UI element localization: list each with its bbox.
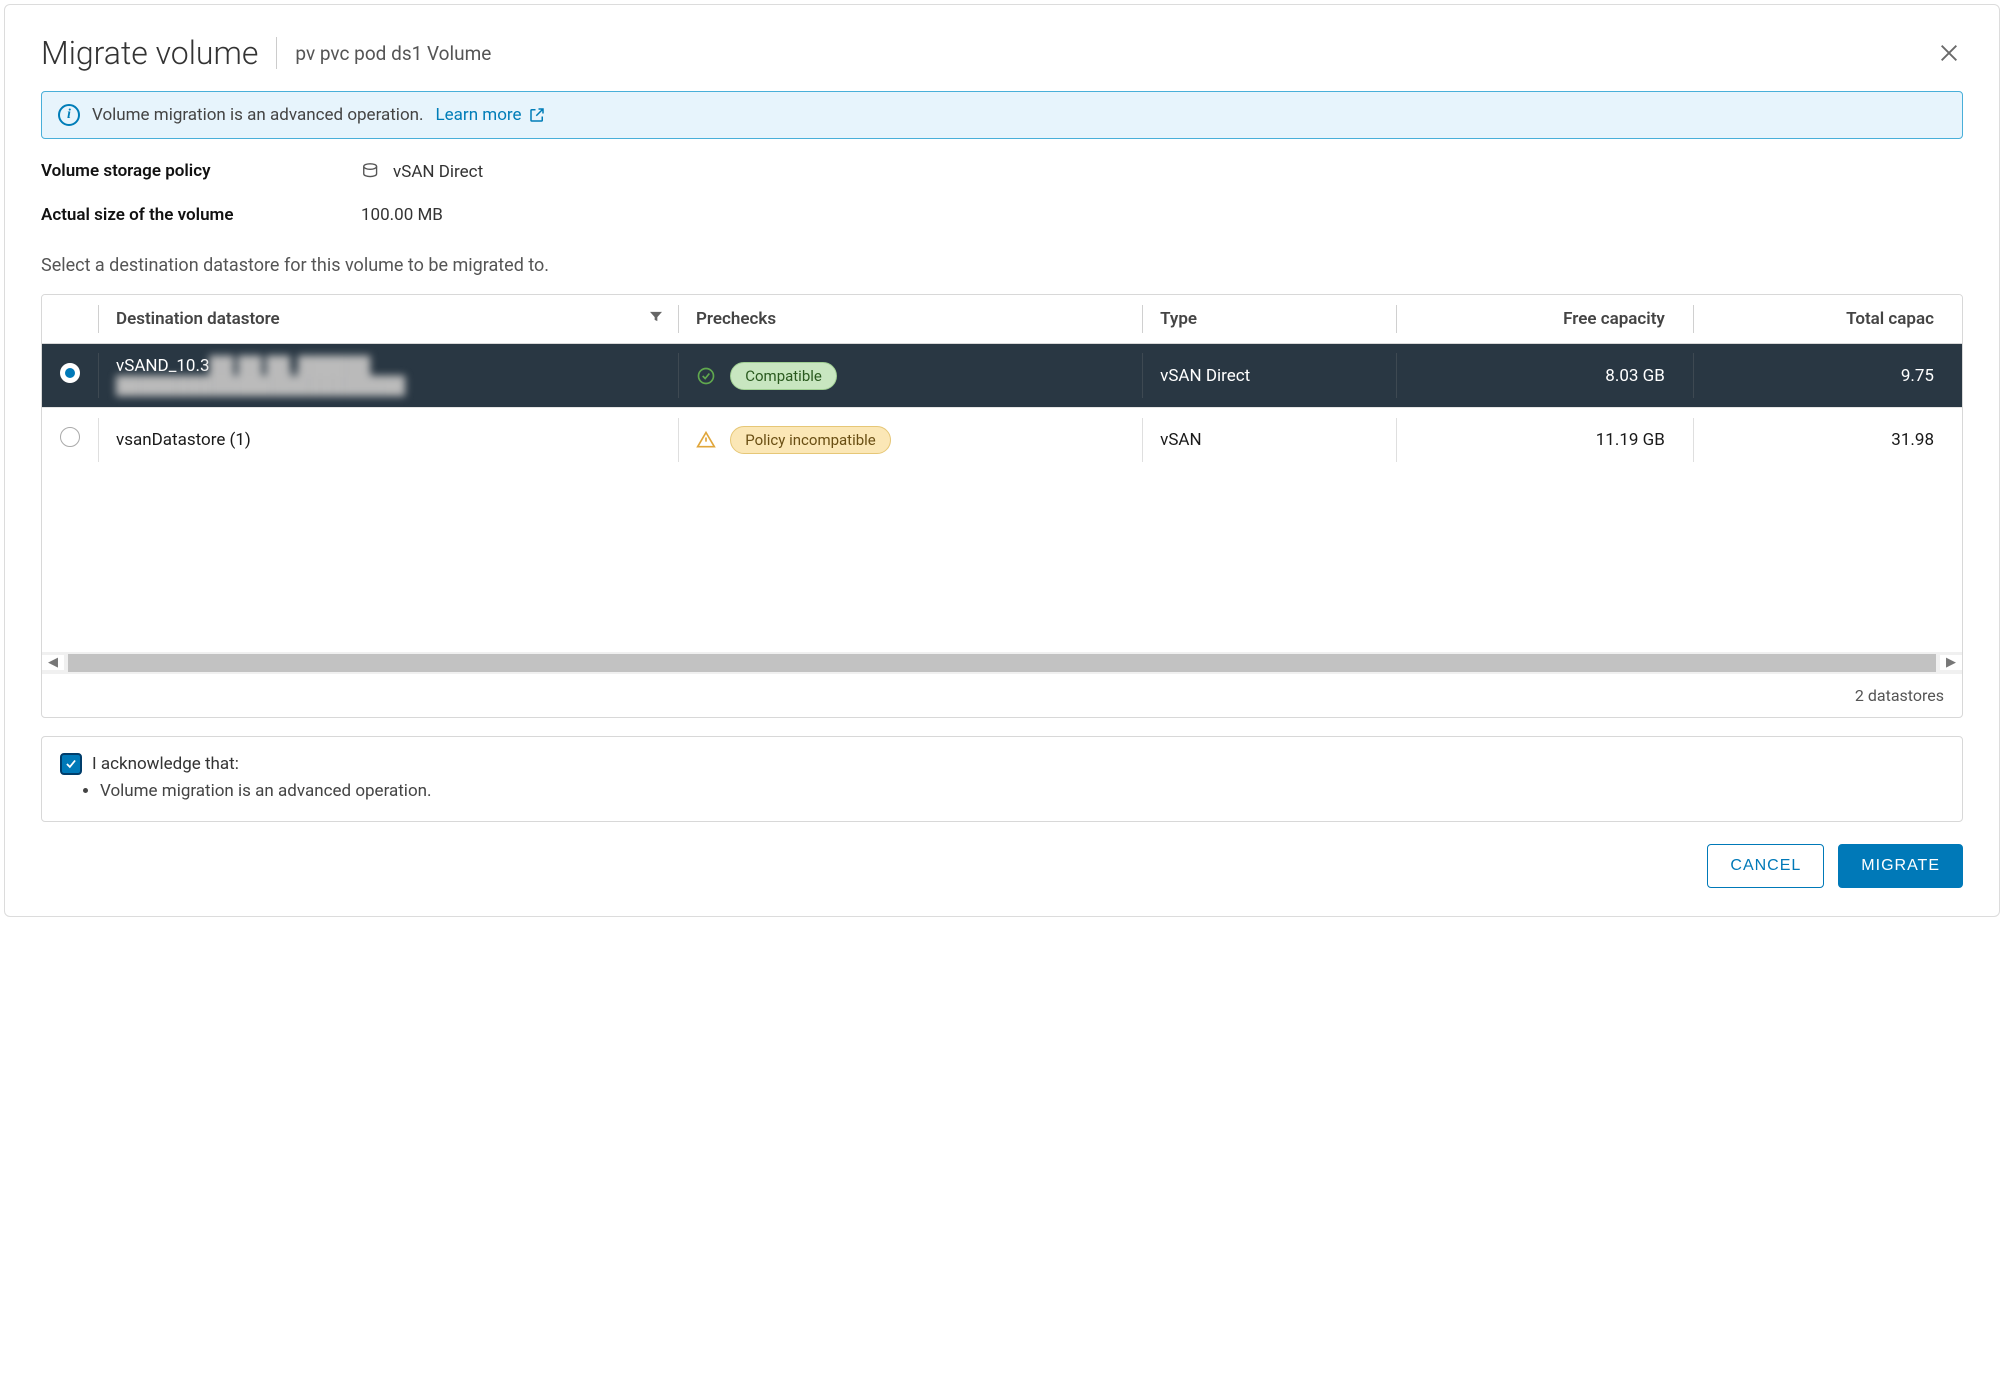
cell-total: 9.75 xyxy=(1693,344,1962,408)
actual-size-value: 100.00 MB xyxy=(361,205,1963,225)
close-icon xyxy=(1938,42,1960,64)
cell-prechecks: Policy incompatible xyxy=(678,408,1142,472)
storage-policy-label: Volume storage policy xyxy=(41,161,361,183)
info-banner-text: Volume migration is an advanced operatio… xyxy=(92,105,424,125)
col-header-prechecks[interactable]: Prechecks xyxy=(678,295,1142,344)
table-spacer xyxy=(42,472,1962,652)
close-button[interactable] xyxy=(1935,39,1963,67)
acknowledge-list: Volume migration is an advanced operatio… xyxy=(100,781,1944,801)
migrate-volume-dialog: Migrate volume pv pvc pod ds1 Volume i V… xyxy=(4,4,2000,917)
scroll-track[interactable] xyxy=(68,654,1936,672)
meta-grid: Volume storage policy vSAN Direct Actual… xyxy=(41,161,1963,225)
filter-icon[interactable] xyxy=(648,309,664,330)
external-link-icon xyxy=(528,106,546,124)
radio-select[interactable] xyxy=(60,363,80,383)
scroll-left-arrow[interactable]: ◀ xyxy=(42,655,64,670)
dialog-actions: CANCEL MIGRATE xyxy=(41,844,1963,888)
cell-free: 8.03 GB xyxy=(1396,344,1693,408)
instruction-text: Select a destination datastore for this … xyxy=(41,255,1963,276)
col-header-select xyxy=(42,295,98,344)
table-row[interactable]: vsanDatastore (1) Policy incompatible vS… xyxy=(42,408,1962,472)
learn-more-link[interactable]: Learn more xyxy=(436,105,546,125)
info-banner: i Volume migration is an advanced operat… xyxy=(41,91,1963,139)
col-header-total[interactable]: Total capac xyxy=(1693,295,1962,344)
radio-select[interactable] xyxy=(60,427,80,447)
precheck-badge: Policy incompatible xyxy=(730,426,891,454)
cell-prechecks: Compatible xyxy=(678,344,1142,408)
check-circle-icon xyxy=(696,366,716,386)
col-header-destination[interactable]: Destination datastore xyxy=(98,295,678,344)
datastore-table: Destination datastore Prechecks Type Fre… xyxy=(42,295,1962,652)
col-header-free[interactable]: Free capacity xyxy=(1396,295,1693,344)
cell-type: vSAN Direct xyxy=(1142,344,1396,408)
table-row[interactable]: vSAND_10.3██ ██ ██_██████ ██████████████… xyxy=(42,344,1962,408)
info-icon: i xyxy=(58,104,80,126)
actual-size-label: Actual size of the volume xyxy=(41,205,361,225)
cell-free: 11.19 GB xyxy=(1396,408,1693,472)
acknowledge-heading: I acknowledge that: xyxy=(92,754,239,774)
migrate-button[interactable]: MIGRATE xyxy=(1838,844,1963,888)
acknowledge-box: I acknowledge that: Volume migration is … xyxy=(41,736,1963,822)
table-footer: 2 datastores xyxy=(42,674,1962,717)
checkmark-icon xyxy=(64,757,78,771)
warning-icon xyxy=(696,430,716,450)
storage-policy-value: vSAN Direct xyxy=(361,161,1963,183)
acknowledge-checkbox[interactable] xyxy=(60,753,82,775)
col-header-type[interactable]: Type xyxy=(1142,295,1396,344)
scroll-right-arrow[interactable]: ▶ xyxy=(1940,655,1962,670)
acknowledge-item: Volume migration is an advanced operatio… xyxy=(100,781,1944,801)
dialog-subtitle: pv pvc pod ds1 Volume xyxy=(277,42,491,65)
cell-destination: vsanDatastore (1) xyxy=(98,408,678,472)
precheck-badge: Compatible xyxy=(730,362,837,390)
cancel-button[interactable]: CANCEL xyxy=(1707,844,1824,888)
cell-type: vSAN xyxy=(1142,408,1396,472)
learn-more-label: Learn more xyxy=(436,105,522,125)
dialog-title: Migrate volume xyxy=(41,37,277,69)
datastore-table-container: Destination datastore Prechecks Type Fre… xyxy=(41,294,1963,718)
dialog-header: Migrate volume pv pvc pod ds1 Volume xyxy=(41,37,1963,69)
storage-icon xyxy=(361,161,383,183)
cell-destination: vSAND_10.3██ ██ ██_██████ ██████████████… xyxy=(98,344,678,408)
horizontal-scrollbar[interactable]: ◀ ▶ xyxy=(42,652,1962,674)
cell-total: 31.98 xyxy=(1693,408,1962,472)
